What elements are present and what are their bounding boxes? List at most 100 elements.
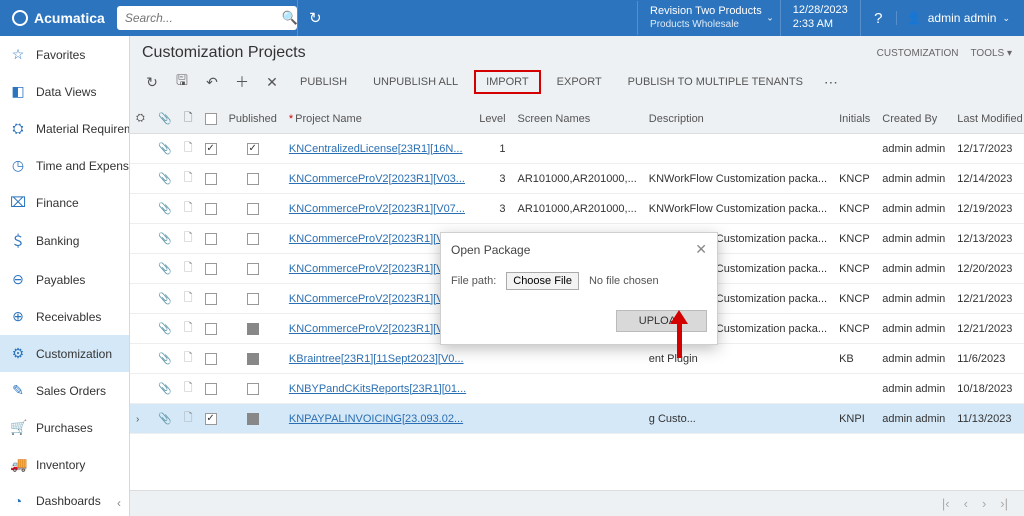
business-date[interactable]: 12/28/2023 2:33 AM [780,0,860,36]
undo-button[interactable]: ↶ [200,70,224,94]
refresh-button[interactable]: ↻ [140,70,164,94]
attach-icon[interactable]: 📎 [158,353,172,365]
delete-button[interactable]: ✕ [260,70,284,94]
published-checkbox[interactable] [247,263,259,275]
sidebar-item-dashboards[interactable]: ◔Dashboards [0,483,129,516]
published-checkbox[interactable] [247,353,259,365]
col-description[interactable]: Description [643,104,833,134]
col-initials[interactable]: Initials [833,104,876,134]
row-checkbox[interactable] [205,263,217,275]
project-link[interactable]: KNCommerceProV2[2023R1][V12... [289,263,465,275]
customization-link[interactable]: CUSTOMIZATION [877,48,959,59]
sidebar-item-favorites[interactable]: ☆Favorites [0,36,129,73]
search-input[interactable] [125,11,282,25]
published-checkbox[interactable] [247,413,259,425]
note-icon[interactable]: 🗋 [184,412,193,424]
add-button[interactable]: ＋ [230,70,254,94]
save-button[interactable]: 🖫 [170,70,194,94]
publish-multiple-button[interactable]: PUBLISH TO MULTIPLE TENANTS [618,72,813,92]
attach-icon[interactable]: 📎 [158,173,172,185]
attach-icon[interactable]: 📎 [158,263,172,275]
published-checkbox[interactable] [247,293,259,305]
published-checkbox[interactable] [247,383,259,395]
row-checkbox[interactable] [205,353,217,365]
note-icon[interactable]: 🗋 [184,262,193,274]
help-icon[interactable]: ? [860,0,896,36]
export-button[interactable]: EXPORT [547,72,612,92]
project-link[interactable]: KNCommerceProV2[2023R1][V13... [289,293,465,305]
col-modified[interactable]: Last Modified On [951,104,1024,134]
project-link[interactable]: KNCommerceProV2[2023R1][V14... [289,323,465,335]
pager-prev-icon[interactable]: ‹ [964,496,968,511]
col-level[interactable]: Level [473,104,511,134]
pager-last-icon[interactable]: ›| [1000,496,1008,511]
attach-icon[interactable]: 📎 [158,143,172,155]
published-checkbox[interactable] [247,173,259,185]
project-link[interactable]: KNBYPandCKitsReports[23R1][01... [289,383,466,395]
note-icon[interactable]: 🗋 [184,142,193,154]
note-icon[interactable]: 🗋 [184,292,193,304]
published-checkbox[interactable] [247,323,259,335]
col-project-name[interactable]: *Project Name [283,104,473,134]
row-checkbox[interactable] [205,143,217,155]
attach-icon[interactable]: 📎 [158,413,172,425]
upload-button[interactable]: UPLOAD [616,310,707,332]
note-icon[interactable]: 🗋 [184,382,193,394]
sidebar-item-material-requirem-[interactable]: ⛭Material Requirem... [0,110,129,147]
sidebar-item-time-and-expenses[interactable]: ◷Time and Expenses [0,147,129,184]
note-icon[interactable]: 🗋 [184,322,193,334]
refresh-icon[interactable]: ↻ [297,0,333,36]
col-published[interactable]: Published [223,104,283,134]
attach-icon[interactable]: 📎 [158,323,172,335]
project-link[interactable]: KBraintree[23R1][11Sept2023][V0... [289,353,464,365]
attach-icon[interactable]: 📎 [158,293,172,305]
table-row[interactable]: 📎🗋KNCommerceProV2[2023R1][V03...3AR10100… [130,164,1024,194]
project-link[interactable]: KNCommerceProV2[2023R1][V07... [289,203,465,215]
attach-icon[interactable]: 📎 [158,203,172,215]
sidebar-item-payables[interactable]: ⊖Payables [0,261,129,298]
row-checkbox[interactable] [205,323,217,335]
note-icon[interactable]: 🗋 [184,352,193,364]
note-icon[interactable]: 🗋 [184,232,193,244]
table-row[interactable]: ›📎🗋KNPAYPALINVOICING[23.093.02...g Custo… [130,404,1024,434]
note-icon[interactable]: 🗋 [184,202,193,214]
project-link[interactable]: KNCommerceProV2[2023R1][V03... [289,173,465,185]
col-screens[interactable]: Screen Names [512,104,643,134]
sidebar-item-banking[interactable]: ＄Banking [0,221,129,261]
table-row[interactable]: 📎🗋KNBYPandCKitsReports[23R1][01...admin … [130,374,1024,404]
publish-button[interactable]: PUBLISH [290,72,357,92]
row-checkbox[interactable] [205,203,217,215]
note-icon[interactable]: 🗋 [184,172,193,184]
table-row[interactable]: 📎🗋KNCommerceProV2[2023R1][V07...3AR10100… [130,194,1024,224]
collapse-sidebar-icon[interactable]: ‹ [117,496,121,510]
table-row[interactable]: 📎🗋KBraintree[23R1][11Sept2023][V0...ent … [130,344,1024,374]
row-checkbox[interactable] [205,383,217,395]
attach-icon[interactable]: 📎 [158,383,172,395]
table-row[interactable]: 📎🗋KNCentralizedLicense[23R1][16N...1admi… [130,134,1024,164]
import-button[interactable]: IMPORT [474,70,541,94]
sidebar-item-data-views[interactable]: ◧Data Views [0,73,129,110]
tools-menu[interactable]: TOOLS ▾ [970,48,1012,59]
pager-next-icon[interactable]: › [982,496,986,511]
choose-file-button[interactable]: Choose File [506,272,579,290]
unpublish-all-button[interactable]: UNPUBLISH ALL [363,72,468,92]
published-checkbox[interactable] [247,143,259,155]
sidebar-item-sales-orders[interactable]: ✎Sales Orders [0,372,129,409]
search-box[interactable]: 🔍 [117,6,297,30]
row-checkbox[interactable] [205,233,217,245]
sidebar-item-inventory[interactable]: 🚚Inventory [0,446,129,483]
row-checkbox[interactable] [205,293,217,305]
more-actions-icon[interactable]: ⋯ [819,70,843,94]
brand-logo[interactable]: Acumatica [0,10,117,26]
close-icon[interactable]: ✕ [695,241,707,258]
sidebar-item-purchases[interactable]: 🛒Purchases [0,409,129,446]
col-created-by[interactable]: Created By [876,104,951,134]
row-checkbox[interactable] [205,413,217,425]
project-link[interactable]: KNCentralizedLicense[23R1][16N... [289,143,463,155]
published-checkbox[interactable] [247,203,259,215]
attach-icon[interactable]: 📎 [158,233,172,245]
sidebar-item-finance[interactable]: ⌧Finance [0,184,129,221]
sidebar-item-receivables[interactable]: ⊕Receivables [0,298,129,335]
search-icon[interactable]: 🔍 [282,10,298,26]
tenant-selector[interactable]: Revision Two Products Products Wholesale… [637,1,780,35]
